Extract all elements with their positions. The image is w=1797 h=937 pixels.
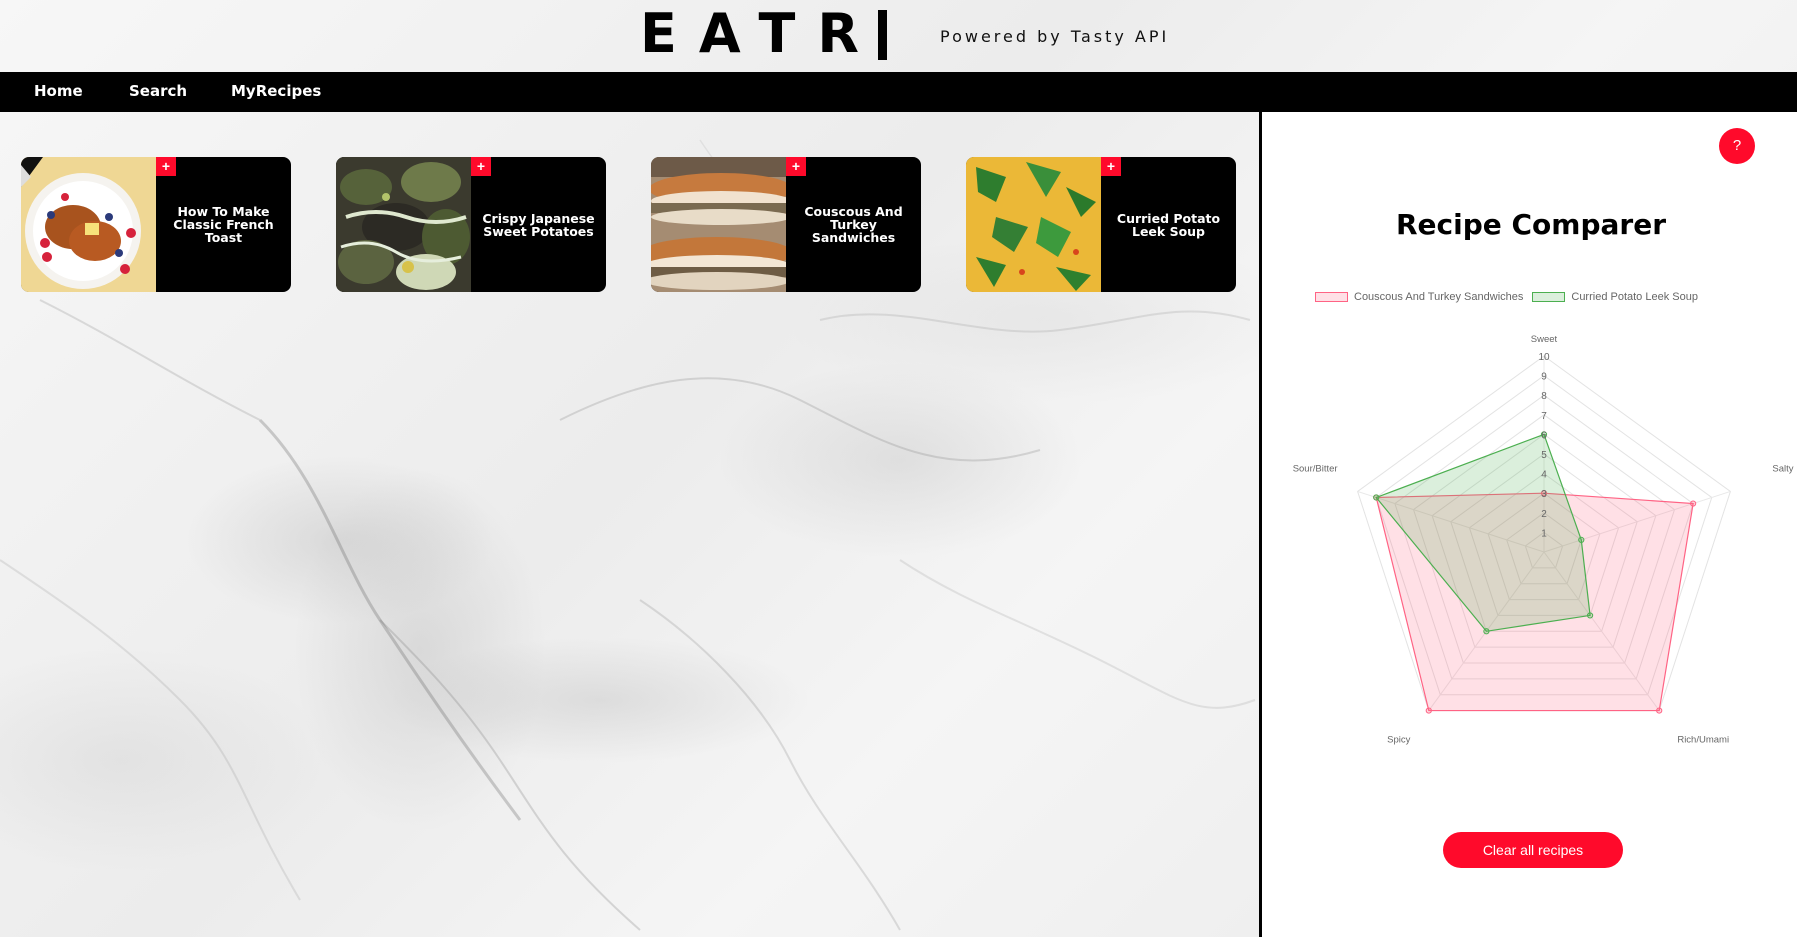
panel-title: Recipe Comparer [1395, 208, 1667, 241]
data-point [1425, 707, 1432, 714]
data-point [1483, 628, 1490, 635]
data-point [1586, 612, 1594, 619]
nav-item-myrecipes[interactable]: MyRecipes [231, 82, 321, 100]
tick-label: 8 [1541, 391, 1547, 402]
legend-item-series-2[interactable]: Curried Potato Leek Soup [1532, 291, 1698, 303]
tick-label: 6 [1541, 430, 1547, 441]
radar-chart: 1 2 3 4 5 6 7 8 9 10 Sweet Salty Rich/Umami Spicy Sour… [1293, 334, 1794, 746]
brand-logo[interactable]: EATR [640, 2, 881, 65]
site-header: EATR Powered by Tasty API [0, 0, 1797, 72]
legend-swatch [1532, 292, 1566, 302]
tick-label: 2 [1541, 509, 1547, 520]
axis-label: Sweet [1531, 334, 1558, 345]
tick-label: 9 [1541, 372, 1547, 383]
data-point [1373, 494, 1380, 501]
brand-divider [878, 10, 887, 60]
recipe-title: How To Make Classic French Toast [173, 204, 274, 245]
french-toast-photo [21, 157, 156, 292]
recipe-card[interactable]: + How To Make Classic French Toast [21, 157, 291, 292]
tick-label: 10 [1538, 352, 1550, 363]
tick-label: 7 [1541, 411, 1547, 422]
nav-item-search[interactable]: Search [129, 82, 187, 100]
recipe-title: Curried Potato Leek Soup [1116, 210, 1221, 239]
legend-label: Curried Potato Leek Soup [1571, 291, 1698, 303]
help-button[interactable]: ? [1719, 128, 1755, 164]
axis-label: Rich/Umami [1677, 735, 1729, 746]
tick-label: 4 [1541, 470, 1547, 481]
legend-swatch [1315, 292, 1348, 302]
tick-label: 5 [1541, 450, 1547, 461]
legend-item-series-1[interactable]: Couscous And Turkey Sandwiches [1315, 291, 1523, 303]
recipe-card[interactable]: + Crispy Japanese Sweet Potatoes [336, 157, 606, 292]
recipe-comparer-panel: ? Recipe Comparer Couscous And Turkey Sa… [1259, 112, 1797, 937]
main-nav: Home Search MyRecipes [0, 72, 1797, 112]
marble-veins [0, 139, 1256, 931]
axis-label: Sour/Bitter [1293, 463, 1338, 474]
nav-item-home[interactable]: Home [34, 82, 83, 100]
sandwiches-photo [651, 157, 786, 292]
recipe-card[interactable]: + Couscous And Turkey Sandwiches [651, 157, 921, 292]
axis-label: Spicy [1387, 735, 1410, 746]
recipe-title: Crispy Japanese Sweet Potatoes [482, 210, 595, 239]
clear-recipes-button[interactable]: Clear all recipes [1443, 832, 1623, 868]
soup-photo [966, 157, 1101, 292]
data-point [1656, 707, 1663, 714]
chart-legend: Couscous And Turkey Sandwiches Curried P… [1315, 291, 1707, 303]
tick-label: 3 [1541, 489, 1547, 500]
recipe-card[interactable]: + Curried Potato Leek Soup [966, 157, 1236, 292]
recipe-title: Couscous And Turkey Sandwiches [804, 204, 903, 245]
axis-label: Salty [1772, 463, 1793, 474]
data-point [1690, 500, 1697, 507]
sweet-potatoes-photo [336, 157, 471, 292]
legend-label: Couscous And Turkey Sandwiches [1354, 291, 1524, 303]
tagline: Powered by Tasty API [940, 27, 1170, 46]
data-point [1578, 536, 1585, 543]
tick-label: 1 [1541, 528, 1547, 539]
